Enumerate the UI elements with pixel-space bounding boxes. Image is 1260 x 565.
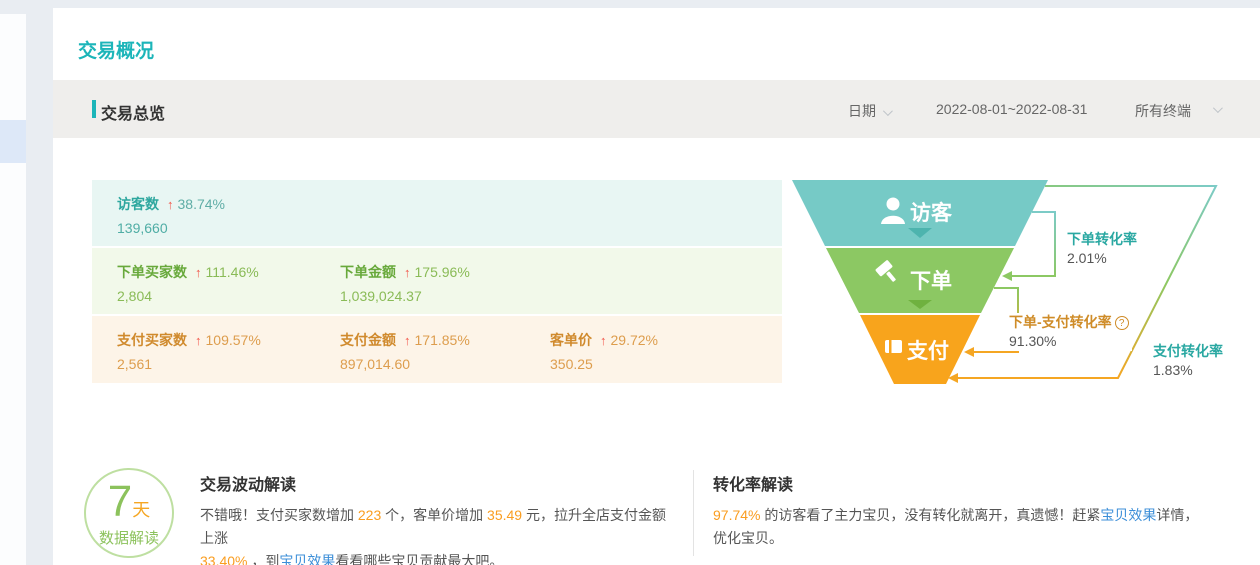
metric-order-amount[interactable]: 下单金额 ↑ 175.96% 1,039,024.37: [340, 262, 470, 304]
insight-paragraph: 97.74% 的访客看了主力宝贝，没有转化就离开，真遗憾！赶紧宝贝效果详情，优化…: [713, 504, 1201, 550]
baby-effect-link[interactable]: 宝贝效果: [279, 553, 335, 565]
date-filter-label: 日期: [848, 103, 876, 119]
up-arrow-icon: ↑: [167, 197, 174, 212]
funnel-stage-label: 访客: [910, 201, 953, 225]
metric-value: 897,014.60: [340, 356, 470, 372]
metric-avg-order-value[interactable]: 客单价 ↑ 29.72% 350.25: [550, 330, 658, 372]
up-arrow-icon: ↑: [195, 265, 202, 280]
insight-number: 35.49: [487, 507, 522, 523]
help-icon[interactable]: ?: [1115, 316, 1129, 330]
metric-value: 350.25: [550, 356, 658, 372]
main-panel: 交易概况 交易总览 日期 2022-08-01~2022-08-31 所有终端 …: [53, 8, 1260, 565]
badge-caption: 数据解读: [86, 527, 172, 548]
funnel-stage-label: 下单: [910, 269, 952, 293]
metric-value: 2,561: [117, 356, 261, 372]
rate-value: 2.01%: [1067, 249, 1137, 268]
collapsed-left-nav: [0, 14, 26, 565]
terminal-select[interactable]: 所有终端: [1135, 101, 1191, 121]
order-pay-conversion-rate: 下单-支付转化率? 91.30%: [1009, 313, 1132, 351]
insight-text: ，到: [251, 553, 279, 565]
metric-row-visitors: 访客数 ↑ 38.74% 139,660: [92, 180, 782, 246]
metric-value: 139,660: [117, 220, 225, 236]
rate-label: 下单-支付转化率: [1009, 314, 1112, 330]
metric-label: 客单价: [550, 332, 592, 348]
metric-order-buyers[interactable]: 下单买家数 ↑ 111.46% 2,804: [117, 262, 259, 304]
metric-pay-buyers[interactable]: 支付买家数 ↑ 109.57% 2,561: [117, 330, 261, 372]
metric-pct: 29.72%: [611, 332, 658, 348]
vertical-divider: [693, 470, 694, 556]
rate-value: 91.30%: [1009, 332, 1129, 351]
chevron-down-icon: [883, 106, 893, 116]
metric-pct: 171.85%: [415, 332, 470, 348]
metric-label: 支付金额: [340, 332, 396, 348]
baby-effect-link[interactable]: 宝贝效果: [1100, 507, 1156, 523]
section-title: 交易总览: [92, 100, 165, 124]
chevron-down-icon[interactable]: [1213, 103, 1223, 113]
insight-number: 223: [358, 507, 381, 523]
metric-label: 访客数: [117, 196, 159, 212]
insight-title: 转化率解读: [713, 471, 1201, 495]
insight-number: 33.40%: [200, 553, 251, 565]
order-conversion-rate: 下单转化率 2.01%: [1067, 230, 1140, 268]
rate-value: 1.83%: [1153, 361, 1223, 380]
rate-label: 支付转化率: [1153, 342, 1223, 361]
page-title: 交易概况: [78, 36, 154, 63]
insight-number: 97.74%: [713, 507, 764, 523]
metric-value: 2,804: [117, 288, 259, 304]
metric-row-payments: 支付买家数 ↑ 109.57% 2,561 支付金额 ↑ 171.85% 897,014…: [92, 316, 782, 383]
wallet-icon: [885, 340, 902, 353]
metric-label: 下单金额: [340, 264, 396, 280]
metric-pct: 111.46%: [206, 264, 259, 280]
arrow-left-icon: [964, 347, 974, 357]
metric-pct: 38.74%: [178, 196, 225, 212]
metric-row-orders: 下单买家数 ↑ 111.46% 2,804 下单金额 ↑ 175.96% 1,039,0…: [92, 248, 782, 314]
conversion-rate-insight: 转化率解读 97.74% 的访客看了主力宝贝，没有转化就离开，真遗憾！赶紧宝贝效…: [713, 471, 1201, 550]
up-arrow-icon: ↑: [404, 333, 411, 348]
funnel-stage-label: 支付: [907, 340, 949, 363]
up-arrow-icon: ↑: [600, 333, 607, 348]
rate-label: 下单转化率: [1067, 230, 1137, 249]
insight-title: 交易波动解读: [200, 471, 678, 495]
date-filter-dropdown[interactable]: 日期: [848, 101, 890, 121]
metric-pct: 109.57%: [206, 332, 261, 348]
metric-label: 下单买家数: [117, 264, 187, 280]
up-arrow-icon: ↑: [404, 265, 411, 280]
badge-number: 7: [108, 477, 132, 526]
sidebar-item-active[interactable]: [0, 120, 26, 163]
insight-text: 看看哪些宝贝贡献最大吧。: [335, 553, 503, 565]
insight-paragraph: 不错哦！支付买家数增加 223 个，客单价增加 35.49 元，拉升全店支付金额…: [200, 504, 678, 565]
metric-label: 支付买家数: [117, 332, 187, 348]
badge-unit: 天: [132, 500, 150, 520]
metric-visitor-count[interactable]: 访客数 ↑ 38.74% 139,660: [117, 194, 225, 236]
pay-conversion-rate: 支付转化率 1.83%: [1153, 342, 1226, 380]
seven-day-badge: 7天 数据解读: [84, 468, 174, 558]
arrow-left-icon: [1002, 271, 1012, 281]
insight-text: 的访客看了主力宝贝，没有转化就离开，真遗憾！赶紧: [764, 507, 1100, 523]
insight-text: 个，客单价增加: [381, 507, 487, 523]
section-header: 交易总览 日期 2022-08-01~2022-08-31 所有终端: [53, 80, 1260, 138]
trade-fluctuation-insight: 交易波动解读 不错哦！支付买家数增加 223 个，客单价增加 35.49 元，拉…: [200, 471, 678, 565]
date-range-value[interactable]: 2022-08-01~2022-08-31: [936, 101, 1087, 117]
metric-pct: 175.96%: [415, 264, 470, 280]
up-arrow-icon: ↑: [195, 333, 202, 348]
insight-text: 不错哦！支付买家数增加: [200, 507, 358, 523]
metric-pay-amount[interactable]: 支付金额 ↑ 171.85% 897,014.60: [340, 330, 470, 372]
metric-value: 1,039,024.37: [340, 288, 470, 304]
